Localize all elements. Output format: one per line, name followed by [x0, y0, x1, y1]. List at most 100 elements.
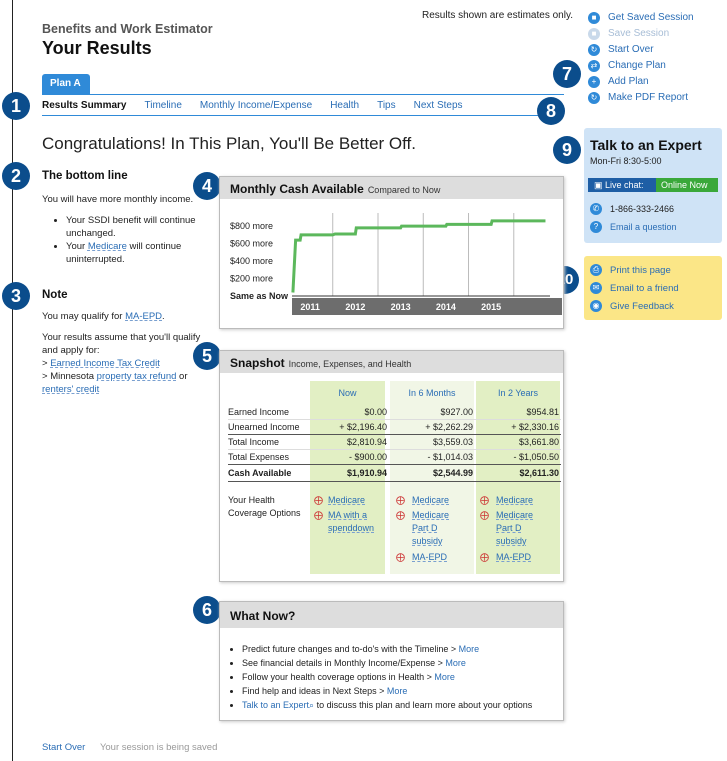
snapshot-header: Snapshot Income, Expenses, and Health: [220, 351, 563, 373]
change-icon: ⇄: [588, 59, 600, 72]
what-now-item: Talk to an Expert⌕ to discuss this plan …: [242, 698, 562, 712]
tab-timeline[interactable]: Timeline: [144, 100, 181, 111]
tab-health[interactable]: Health: [330, 100, 359, 111]
what-now-item: Find help and ideas in Next Steps > More: [242, 684, 562, 698]
what-now-list: Predict future changes and to-do's with …: [242, 642, 562, 712]
tab-next-steps[interactable]: Next Steps: [414, 100, 463, 111]
health-option: ⨁ Medicare Part D subsidy: [480, 510, 534, 546]
share-panel: ⎙ Print this page ✉ Email to a friend ◉ Giv…: [584, 256, 722, 320]
plus-circle-icon: ⨁: [396, 552, 405, 562]
ssdi-bullet: Your SSDI benefit will continue unchange…: [66, 214, 202, 240]
plus-circle-icon: ⨁: [314, 510, 323, 520]
session-actions: ■ Get Saved Session ■ Save Session ↻ Start …: [588, 10, 694, 106]
online-now-status: Online Now: [656, 178, 718, 192]
give-feedback-row[interactable]: ◉ Give Feedback: [590, 300, 674, 312]
tab-tips[interactable]: Tips: [377, 100, 396, 111]
snapshot-box: Snapshot Income, Expenses, and Health Now…: [219, 350, 564, 582]
footer: Start Over Your session is being saved: [42, 742, 217, 753]
footer-start-over-link[interactable]: Start Over: [42, 742, 85, 753]
health-options-label: Your Health Coverage Options: [228, 495, 301, 518]
restart-icon: ↻: [588, 43, 600, 56]
tab-monthly-income-expense[interactable]: Monthly Income/Expense: [200, 100, 312, 111]
change-plan-button[interactable]: ⇄ Change Plan: [588, 58, 694, 73]
eitc-item: > Earned Income Tax Credit: [42, 358, 160, 369]
callout-1: 1: [2, 92, 30, 120]
x-tick-label: 2011: [300, 302, 320, 312]
y-tick-label: $200 more: [230, 274, 273, 284]
income-more-link[interactable]: More: [445, 658, 466, 668]
x-tick-label: 2015: [481, 302, 501, 312]
eitc-link[interactable]: Earned Income Tax Credit: [50, 358, 160, 369]
timeline-more-link[interactable]: More: [459, 644, 480, 654]
email-friend-row[interactable]: ✉ Email to a friend: [590, 282, 679, 294]
folder-icon: ■: [588, 11, 600, 24]
ma-epd-link[interactable]: MA-EPD: [125, 311, 162, 322]
disclaimer-text: Results shown are estimates only.: [422, 10, 573, 21]
print-page-row[interactable]: ⎙ Print this page: [590, 264, 671, 276]
monthly-cash-box: Monthly Cash Available Compared to Now Sa…: [219, 176, 564, 329]
results-headline: Congratulations! In This Plan, You'll Be…: [42, 134, 417, 153]
y-tick-label: $800 more: [230, 221, 273, 231]
y-tick-label: $400 more: [230, 256, 273, 266]
save-status: Your session is being saved: [99, 742, 218, 753]
note-heading: Note: [42, 289, 68, 301]
talk-to-expert-link[interactable]: Talk to an Expert: [242, 700, 309, 710]
what-now-item: See financial details in Monthly Income/…: [242, 656, 562, 670]
health-col-6-months: ⨁ Medicare ⨁ Medicare Part D subsidy ⨁ MA-E…: [396, 494, 472, 564]
speech-bubble-icon: ◉: [590, 300, 602, 312]
plan-a-tab[interactable]: Plan A: [42, 74, 90, 94]
plus-circle-icon: ⨁: [314, 495, 323, 505]
save-session-button: ■ Save Session: [588, 26, 694, 41]
make-pdf-report-button[interactable]: ↻ Make PDF Report: [588, 90, 694, 105]
snapshot-table: Earned Income $0.00 $927.00 $954.81 Unea…: [228, 405, 561, 482]
health-col-now: ⨁ Medicare ⨁ MA with a spenddown: [314, 494, 386, 535]
col-6-months: In 6 Months: [408, 388, 456, 398]
col-now: Now: [338, 388, 357, 398]
renters-credit-link[interactable]: renters' credit: [42, 384, 99, 395]
qualify-text: You may qualify for MA-EPD.: [42, 311, 165, 322]
get-saved-session-button[interactable]: ■ Get Saved Session: [588, 10, 694, 25]
health-option: ⨁ Medicare Part D subsidy: [396, 510, 450, 546]
start-over-button[interactable]: ↻ Start Over: [588, 42, 694, 57]
monthly-cash-chart: Same as Now $200 more $400 more $600 more $8…: [230, 213, 562, 315]
chat-bubble-icon: ▣: [594, 180, 603, 190]
next-steps-more-link[interactable]: More: [387, 686, 408, 696]
tab-results-summary[interactable]: Results Summary: [42, 100, 126, 111]
email-question-row[interactable]: ? Email a question: [590, 221, 677, 233]
table-row: Total Income $2,810.94 $3,559.03 $3,661.…: [228, 435, 561, 450]
phone-row: ✆ 1-866-333-2466: [590, 203, 674, 215]
live-chat-label: ▣ Live chat:: [588, 178, 656, 192]
envelope-icon: ✉: [590, 282, 602, 294]
x-axis-band: [292, 298, 562, 315]
app-title: Benefits and Work Estimator: [42, 22, 213, 36]
results-tabs: Results Summary Timeline Monthly Income/…: [42, 94, 564, 116]
add-plan-button[interactable]: + Add Plan: [588, 74, 694, 89]
property-tax-refund-link[interactable]: property tax refund: [97, 371, 177, 382]
health-option: ⨁ Medicare: [480, 495, 534, 505]
what-now-heading: What Now?: [220, 602, 563, 628]
property-tax-item: > Minnesota property tax refund or rente…: [42, 371, 188, 395]
cash-available-line: [291, 219, 546, 293]
table-row-cash-available: Cash Available $1,910.94 $2,544.99 $2,61…: [228, 465, 561, 482]
pdf-icon: ↻: [588, 91, 600, 104]
phone-icon: ✆: [590, 203, 602, 215]
callout-9: 9: [553, 136, 581, 164]
plus-circle-icon: ⨁: [480, 552, 489, 562]
health-more-link[interactable]: More: [434, 672, 455, 682]
page-title: Your Results: [42, 38, 152, 58]
note-body: You may qualify for MA-EPD. Your results…: [42, 310, 217, 396]
health-option: ⨁ MA with a spenddown: [314, 510, 375, 533]
callout-6: 6: [193, 596, 221, 624]
callout-3: 3: [2, 282, 30, 310]
expert-title: Talk to an Expert: [590, 137, 702, 153]
printer-icon: ⎙: [590, 264, 602, 276]
bottom-line-body: You will have more monthly income. Your …: [42, 193, 202, 266]
table-row: Total Expenses - $900.00 - $1,014.03 - $…: [228, 450, 561, 465]
medicare-bullet: Your Medicare will continue uninterrupte…: [66, 240, 202, 266]
live-chat-button[interactable]: ▣ Live chat: Online Now: [588, 178, 718, 192]
plus-circle-icon: ⨁: [480, 495, 489, 505]
health-option: ⨁ Medicare: [314, 495, 366, 505]
medicare-link[interactable]: Medicare: [88, 241, 127, 252]
what-now-box: What Now? Predict future changes and to-…: [219, 601, 564, 721]
x-tick-label: 2014: [436, 302, 456, 312]
